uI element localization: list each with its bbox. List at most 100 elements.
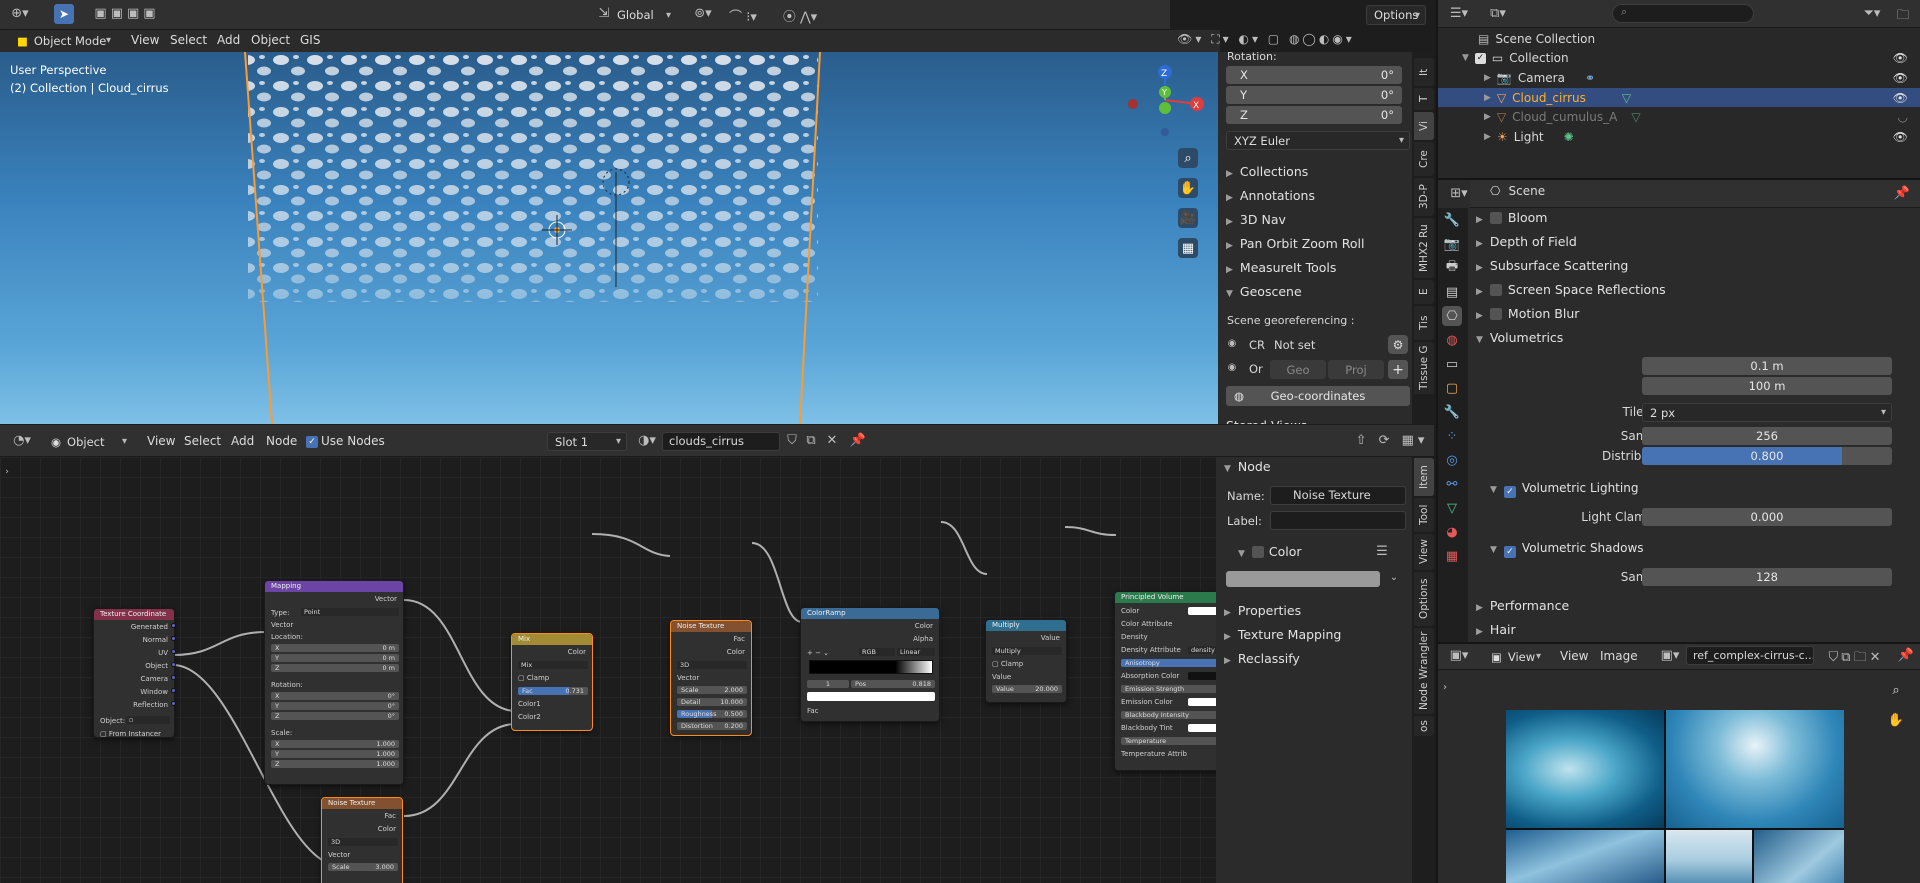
tab-view[interactable]: View <box>1414 534 1434 570</box>
rot-x[interactable]: X 0° <box>271 692 399 700</box>
camera-view-icon[interactable]: 🎥 <box>1178 208 1198 228</box>
navigation-gizmo[interactable]: Z X Y <box>1125 62 1205 142</box>
detail-field[interactable]: Detail 10.000 <box>677 698 747 706</box>
node-header-right-icons[interactable]: ⇧ ⟳ ▦▾ <box>1352 433 1432 448</box>
outliner-search-input[interactable]: ⌕ <box>1612 4 1754 23</box>
tool-tab-icon[interactable]: 🔧 <box>1442 210 1462 230</box>
scl-y[interactable]: Y 1.000 <box>271 750 399 758</box>
panel-reclassify[interactable]: ▶ Reclassify <box>1224 651 1300 666</box>
light-clamping-field[interactable]: 0.000 <box>1642 508 1892 526</box>
image-menu-view[interactable]: View <box>1560 649 1588 663</box>
node-mix[interactable]: Mix Color Mix ▢ Clamp Fac 0.731 Color1 Co… <box>511 633 593 731</box>
panel-collections[interactable]: ▶ Collections <box>1226 164 1308 179</box>
node-menu-view[interactable]: View <box>147 434 175 448</box>
ramp-interp-dropdown[interactable]: Linear <box>897 648 935 656</box>
rotation-x-field[interactable]: X 0° <box>1226 66 1402 84</box>
scale-field[interactable]: Scale 2.000 <box>677 686 747 694</box>
samples-field[interactable]: 256 <box>1642 427 1892 445</box>
geo-button[interactable]: Geo <box>1270 360 1326 379</box>
panel-sss[interactable]: ▶ Subsurface Scattering <box>1476 258 1628 273</box>
select-box-mode-icons[interactable]: ▣▣▣▣ <box>86 6 168 21</box>
data-tab-icon[interactable]: ▽ <box>1442 498 1462 518</box>
hidden-eye-icon[interactable]: ◡ <box>1898 110 1908 124</box>
zoom-icon[interactable]: ⌕ <box>1886 680 1906 700</box>
outliner-row-cloud-cirrus[interactable]: ▶ ▽ Cloud_cirrus ▽ 👁 <box>1438 88 1920 107</box>
socket[interactable] <box>171 649 176 654</box>
panel-geoscene[interactable]: ▼ Geoscene <box>1226 284 1302 299</box>
use-nodes-checkbox[interactable]: ✓ <box>306 436 318 448</box>
origin-radio-icon[interactable]: ◉ <box>1226 362 1238 373</box>
particles-tab-icon[interactable]: ⁘ <box>1442 426 1462 446</box>
absorption-swatch[interactable] <box>1188 672 1216 680</box>
shadow-samples-field[interactable]: 128 <box>1642 568 1892 586</box>
dimension-dropdown[interactable]: 3D <box>677 661 747 669</box>
panel-pan-orbit[interactable]: ▶ Pan Orbit Zoom Roll <box>1226 236 1364 251</box>
outliner-type-icon[interactable]: ☰▾ <box>1445 6 1473 21</box>
modifier-tab-icon[interactable]: 🔧 <box>1442 402 1462 422</box>
display-mode-icon[interactable]: ⧉▾ <box>1484 6 1512 21</box>
ramp-mode-dropdown[interactable]: RGB <box>859 648 895 656</box>
tab-cre[interactable]: Cre <box>1414 142 1434 176</box>
tab-options[interactable]: Options <box>1414 572 1434 626</box>
node-colorramp[interactable]: ColorRamp Color Alpha + − ⌄ RGB Linear 1… <box>800 607 940 722</box>
blackbody-swatch[interactable] <box>1188 724 1216 732</box>
add-origin-button[interactable]: + <box>1388 360 1408 379</box>
ramp-gradient[interactable] <box>809 660 933 674</box>
node-canvas[interactable]: Texture Coordinate Generated Normal UV O… <box>0 457 1216 883</box>
distribution-slider[interactable]: 0.800 <box>1642 447 1892 465</box>
image-view-dropdown[interactable]: ▣ View <box>1484 647 1546 666</box>
crs-settings-gear-icon[interactable]: ⚙ <box>1388 335 1408 354</box>
view-layer-tab-icon[interactable]: ▤ <box>1442 282 1462 302</box>
expand-arrow-icon[interactable]: › <box>2 467 12 477</box>
scale-field[interactable]: Scale 3.000 <box>328 863 398 871</box>
vol-lighting-checkbox[interactable]: ✓ <box>1503 486 1516 498</box>
socket[interactable] <box>171 675 176 680</box>
shader-type-dropdown[interactable]: ◉ Object <box>44 432 132 451</box>
pan-hand-icon[interactable]: ✋ <box>1178 178 1198 198</box>
image-name-field[interactable]: ref_complex-cirrus-c... <box>1686 646 1814 665</box>
clamp-checkbox[interactable]: ▢ Clamp <box>992 660 1060 668</box>
node-math-multiply[interactable]: Multiply Value Multiply ▢ Clamp Value Va… <box>985 619 1067 703</box>
ramp-index[interactable]: 1 <box>807 680 849 688</box>
unlink-material-icon[interactable]: ✕ <box>822 433 842 448</box>
loc-y[interactable]: Y0 m <box>271 654 399 662</box>
rot-z[interactable]: Z 0° <box>271 712 399 720</box>
tab-tissue-g[interactable]: Tissue G <box>1414 342 1434 394</box>
checkbox-icon[interactable]: ✓ <box>1474 52 1486 64</box>
rotation-y-field[interactable]: Y 0° <box>1226 86 1402 104</box>
node-name-field[interactable]: Noise Texture <box>1270 486 1406 505</box>
emission-strength-field[interactable]: Emission Strength <box>1121 685 1216 693</box>
panel-volumetrics[interactable]: ▼ Volumetrics <box>1476 330 1563 345</box>
filter-icon[interactable]: ⏷▾ <box>1858 6 1886 21</box>
roughness-field[interactable]: Roughness 0.500 <box>677 710 747 718</box>
panel-node-color[interactable]: ▼ Color <box>1238 544 1302 559</box>
panel-node[interactable]: ▼ Node <box>1224 459 1271 474</box>
tab-it[interactable]: It <box>1414 58 1434 86</box>
orientation-dropdown[interactable]: Global <box>610 5 676 25</box>
dimension-dropdown[interactable]: 3D <box>328 838 398 846</box>
operation-dropdown[interactable]: Multiply <box>992 647 1062 655</box>
panel-motion-blur[interactable]: ▶ Motion Blur <box>1476 306 1579 321</box>
node-label-field[interactable] <box>1270 511 1406 530</box>
end-field[interactable]: 100 m <box>1642 377 1892 395</box>
outliner-row-camera[interactable]: ▶ 📷 Camera ⚭ 👁 <box>1438 69 1920 87</box>
pin-icon[interactable]: 📌 <box>1892 186 1912 201</box>
material-name-field[interactable]: clouds_cirrus <box>662 432 780 451</box>
mode-dropdown[interactable]: ■ Object Mode <box>10 31 116 50</box>
loc-x[interactable]: X0 m <box>271 644 399 652</box>
color-presets-icon[interactable]: ☰ <box>1372 544 1392 559</box>
node-noise-texture-main[interactable]: Noise Texture Fac Color 3D Vector Scale 2… <box>670 620 752 736</box>
viewport-display-icons[interactable]: 👁▾ ⛶▾ ◐▾ ▢ ◍◯◐◉▾ <box>1176 32 1356 47</box>
panel-dof[interactable]: ▶ Depth of Field <box>1476 234 1577 249</box>
blackbody-intensity-field[interactable]: Blackbody Intensity <box>1121 711 1216 719</box>
geo-coordinates-button[interactable]: ◍ Geo-coordinates <box>1226 386 1410 406</box>
panel-performance[interactable]: ▶ Performance <box>1476 598 1569 613</box>
panel-properties[interactable]: ▶ Properties <box>1224 603 1301 618</box>
new-collection-icon[interactable]: 🗀 <box>1893 6 1913 28</box>
color-swatch[interactable] <box>1188 607 1216 615</box>
rotation-z-field[interactable]: Z 0° <box>1226 106 1402 124</box>
tab-node-wrangler[interactable]: Node Wrangler <box>1414 628 1434 714</box>
object-field[interactable]: ▫ <box>126 716 170 724</box>
from-instancer[interactable]: ▢ From Instancer <box>100 730 168 737</box>
object-tab-icon[interactable]: ▢ <box>1442 378 1462 398</box>
